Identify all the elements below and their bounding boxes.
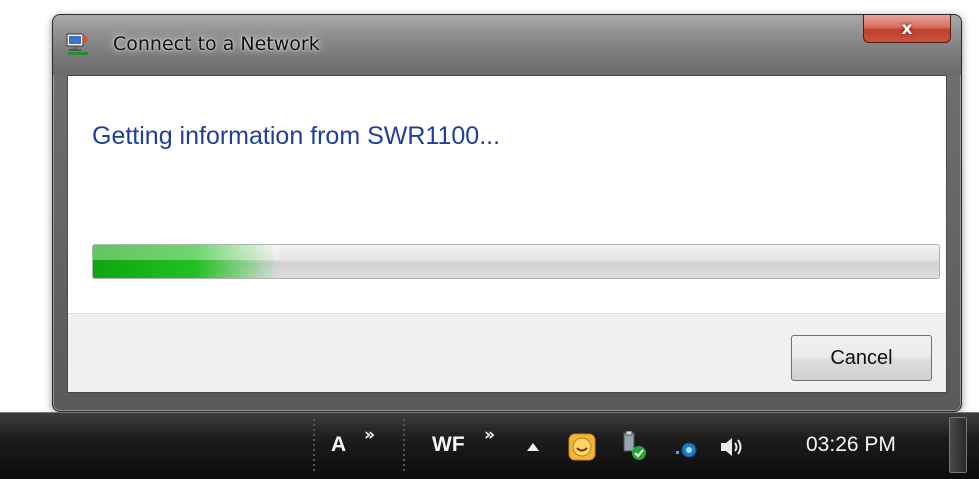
clock[interactable]: 03:26 PM bbox=[806, 433, 896, 457]
messenger-icon[interactable] bbox=[568, 433, 596, 465]
close-button[interactable]: x bbox=[863, 15, 951, 43]
status-heading: Getting information from SWR1100... bbox=[92, 122, 501, 150]
window-title: Connect to a Network bbox=[113, 33, 320, 55]
connect-to-network-window: Connect to a Network x Getting informati… bbox=[52, 14, 962, 412]
title-bar[interactable]: Connect to a Network x bbox=[53, 15, 961, 75]
network-icon[interactable] bbox=[676, 439, 700, 463]
dialog-footer: Cancel bbox=[68, 313, 946, 392]
cancel-button[interactable]: Cancel bbox=[791, 335, 932, 381]
volume-icon[interactable] bbox=[719, 435, 745, 463]
taskbar: A » WF » 03:26 PM bbox=[0, 412, 979, 479]
show-desktop-button[interactable] bbox=[949, 417, 967, 473]
progress-bar bbox=[92, 244, 940, 279]
progress-bar-fill bbox=[93, 245, 280, 278]
toolbar-wf-label[interactable]: WF bbox=[432, 433, 465, 457]
toolbar-grip[interactable] bbox=[313, 419, 315, 473]
show-hidden-icons-arrow-icon[interactable] bbox=[527, 443, 539, 451]
network-app-icon bbox=[66, 33, 90, 55]
toolbar-wf-chevron-icon[interactable]: » bbox=[484, 425, 495, 445]
toolbar-a-chevron-icon[interactable]: » bbox=[364, 425, 375, 445]
close-icon: x bbox=[901, 18, 913, 39]
dialog-content: Getting information from SWR1100... Canc… bbox=[67, 75, 947, 393]
toolbar-grip[interactable] bbox=[403, 419, 405, 473]
usb-safely-remove-icon[interactable] bbox=[620, 430, 648, 465]
toolbar-a-label[interactable]: A bbox=[331, 433, 346, 457]
